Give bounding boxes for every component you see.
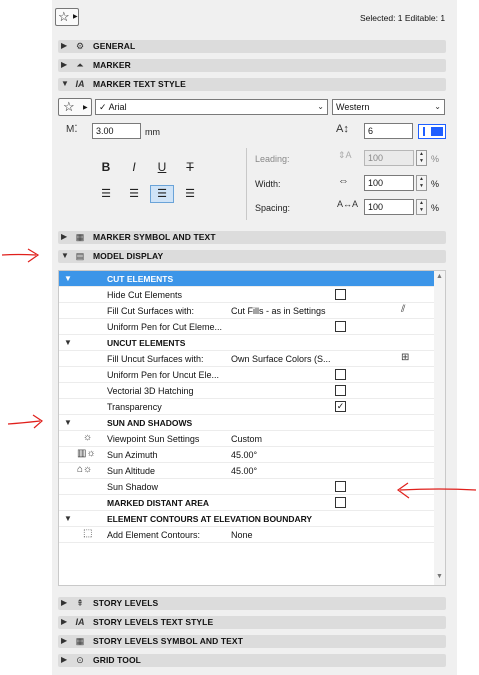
annotation-arrow-sun-and-shadows	[7, 414, 43, 429]
annotation-arrow-sun-shadow	[396, 482, 477, 499]
annotation-arrows	[1, 248, 477, 499]
annotation-arrow-model-display	[1, 248, 40, 263]
